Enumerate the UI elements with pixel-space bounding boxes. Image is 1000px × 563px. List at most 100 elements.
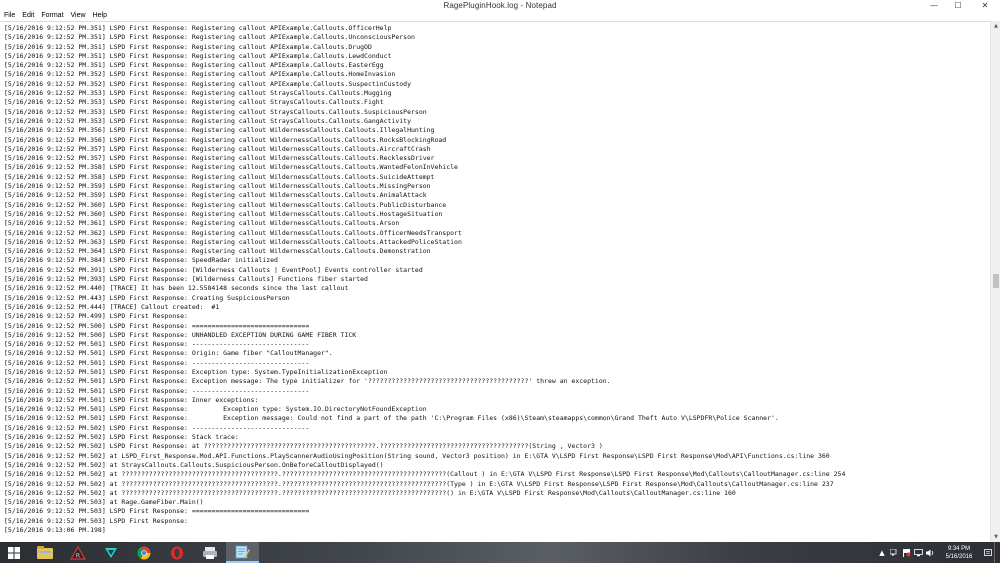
log-line: [5/16/2016 9:12:52 PM.499] LSPD First Re…: [4, 312, 188, 321]
system-tray: ▲ 9:34 PM 5/16/2016: [876, 542, 1000, 563]
show-desktop-button[interactable]: [994, 542, 1000, 563]
window-title: RagePluginHook.log - Notepad: [443, 1, 557, 10]
log-line: [5/16/2016 9:12:52 PM.361] LSPD First Re…: [4, 219, 400, 228]
log-line: [5/16/2016 9:12:52 PM.358] LSPD First Re…: [4, 163, 458, 172]
menu-file[interactable]: File: [4, 11, 15, 21]
log-line: [5/16/2016 9:12:52 PM.500] LSPD First Re…: [4, 330, 357, 339]
taskbar-chrome[interactable]: [127, 542, 160, 563]
svg-text:R: R: [75, 552, 79, 559]
close-button[interactable]: ✕: [970, 0, 1000, 11]
menu-bar: File Edit Format View Help: [0, 11, 1000, 21]
scroll-up-button[interactable]: ▲: [991, 21, 1000, 31]
log-line: [5/16/2016 9:12:52 PM.353] LSPD First Re…: [4, 89, 392, 98]
log-line: [5/16/2016 9:12:52 PM.358] LSPD First Re…: [4, 172, 435, 181]
menu-help[interactable]: Help: [93, 11, 107, 21]
log-line: [5/16/2016 9:12:52 PM.501] LSPD First Re…: [4, 367, 388, 376]
scroll-down-button[interactable]: ▼: [991, 532, 1000, 542]
clock-date: 5/16/2016: [945, 553, 973, 560]
menu-view[interactable]: View: [71, 11, 86, 21]
log-line: [5/16/2016 9:12:52 PM.503] at Rage.GameF…: [4, 498, 204, 507]
log-line: [5/16/2016 9:12:52 PM.356] LSPD First Re…: [4, 126, 435, 135]
log-line: [5/16/2016 9:12:52 PM.353] LSPD First Re…: [4, 116, 411, 125]
tray-monitor-icon[interactable]: [912, 542, 924, 563]
folder-icon: [36, 546, 53, 559]
scroll-thumb[interactable]: [993, 274, 999, 288]
log-line: [5/16/2016 9:12:52 PM.443] LSPD First Re…: [4, 293, 290, 302]
log-line: [5/16/2016 9:12:52 PM.501] LSPD First Re…: [4, 386, 310, 395]
notepad-icon: [235, 545, 250, 558]
title-bar[interactable]: RagePluginHook.log - Notepad — ☐ ✕: [0, 0, 1000, 11]
menu-edit[interactable]: Edit: [22, 11, 34, 21]
vertical-scrollbar[interactable]: ▲ ▼: [990, 21, 1000, 542]
tray-action-center[interactable]: [900, 542, 912, 563]
log-line: [5/16/2016 9:12:52 PM.502] LSPD First Re…: [4, 433, 239, 442]
taskbar-opera[interactable]: [160, 542, 193, 563]
log-line: [5/16/2016 9:12:52 PM.502] at ??????????…: [4, 470, 846, 479]
log-line: [5/16/2016 9:12:52 PM.503] LSPD First Re…: [4, 507, 310, 516]
log-line: [5/16/2016 9:12:52 PM.501] LSPD First Re…: [4, 405, 427, 414]
log-line: [5/16/2016 9:12:52 PM.502] at LSPD_First…: [4, 451, 830, 460]
log-line: [5/16/2016 9:12:52 PM.501] LSPD First Re…: [4, 358, 310, 367]
log-line: [5/16/2016 9:12:52 PM.351] LSPD First Re…: [4, 51, 392, 60]
taskbar: R ▲ 9:34 PM 5/16/2016: [0, 542, 1000, 563]
taskbar-file-explorer[interactable]: [28, 542, 61, 563]
tray-notifications[interactable]: [982, 542, 994, 563]
tray-volume-icon[interactable]: [924, 542, 936, 563]
window-controls: — ☐ ✕: [922, 0, 1000, 11]
display-icon: [913, 548, 923, 556]
log-line: [5/16/2016 9:12:52 PM.351] LSPD First Re…: [4, 61, 384, 70]
log-line: [5/16/2016 9:12:52 PM.502] at ??????????…: [4, 488, 736, 497]
menu-format[interactable]: Format: [41, 11, 63, 21]
taskbar-rockstar[interactable]: R: [61, 542, 94, 563]
printer-icon: [202, 546, 217, 559]
log-line: [5/16/2016 9:12:52 PM.356] LSPD First Re…: [4, 135, 447, 144]
text-editor[interactable]: [5/16/2016 9:12:52 PM.351] LSPD First Re…: [0, 21, 990, 542]
start-button[interactable]: [0, 542, 28, 563]
notification-icon: [984, 548, 992, 556]
log-line: [5/16/2016 9:12:52 PM.353] LSPD First Re…: [4, 98, 384, 107]
log-line: [5/16/2016 9:12:52 PM.501] LSPD First Re…: [4, 377, 611, 386]
log-line: [5/16/2016 9:12:52 PM.364] LSPD First Re…: [4, 247, 431, 256]
log-line: [5/16/2016 9:12:52 PM.357] LSPD First Re…: [4, 154, 435, 163]
speaker-icon: [925, 549, 933, 556]
taskbar-vpn[interactable]: [94, 542, 127, 563]
log-line: [5/16/2016 9:12:52 PM.357] LSPD First Re…: [4, 144, 431, 153]
clock-time: 9:34 PM: [947, 545, 971, 552]
log-line: [5/16/2016 9:12:52 PM.502] at StraysCall…: [4, 460, 384, 469]
log-line: [5/16/2016 9:12:52 PM.501] LSPD First Re…: [4, 395, 259, 404]
log-line: [5/16/2016 9:12:52 PM.363] LSPD First Re…: [4, 237, 462, 246]
tray-overflow-button[interactable]: ▲: [876, 542, 888, 563]
log-line: [5/16/2016 9:12:52 PM.440] [TRACE] It ha…: [4, 284, 349, 293]
taskbar-clock[interactable]: 9:34 PM 5/16/2016: [936, 542, 982, 563]
log-line: [5/16/2016 9:12:52 PM.362] LSPD First Re…: [4, 228, 462, 237]
log-line: [5/16/2016 9:12:52 PM.351] LSPD First Re…: [4, 33, 415, 42]
tray-network-icon[interactable]: [888, 542, 900, 563]
log-line: [5/16/2016 9:12:52 PM.384] LSPD First Re…: [4, 256, 278, 265]
flag-icon: [902, 549, 910, 557]
log-line: [5/16/2016 9:12:52 PM.502] LSPD First Re…: [4, 442, 603, 451]
log-line: [5/16/2016 9:12:52 PM.353] LSPD First Re…: [4, 107, 427, 116]
taskbar-notepad[interactable]: [226, 542, 259, 563]
log-lines: [5/16/2016 9:12:52 PM.351] LSPD First Re…: [0, 22, 990, 535]
windows-logo-icon: [8, 546, 20, 559]
log-line: [5/16/2016 9:12:52 PM.352] LSPD First Re…: [4, 79, 411, 88]
log-line: [5/16/2016 9:12:52 PM.444] [TRACE] Callo…: [4, 302, 220, 311]
log-line: [5/16/2016 9:12:52 PM.501] LSPD First Re…: [4, 340, 310, 349]
log-line: [5/16/2016 9:12:52 PM.360] LSPD First Re…: [4, 209, 443, 218]
taskbar-app[interactable]: [193, 542, 226, 563]
chrome-icon: [137, 546, 150, 559]
log-line: [5/16/2016 9:12:52 PM.351] LSPD First Re…: [4, 42, 372, 51]
log-line: [5/16/2016 9:12:52 PM.502] LSPD First Re…: [4, 423, 310, 432]
log-line: [5/16/2016 9:12:52 PM.359] LSPD First Re…: [4, 191, 427, 200]
log-line: [5/16/2016 9:12:52 PM.500] LSPD First Re…: [4, 321, 310, 330]
log-line: [5/16/2016 9:12:52 PM.502] at ??????????…: [4, 479, 834, 488]
log-line: [5/16/2016 9:12:52 PM.393] LSPD First Re…: [4, 275, 368, 284]
log-line: [5/16/2016 9:12:52 PM.359] LSPD First Re…: [4, 182, 431, 191]
log-line: [5/16/2016 9:12:52 PM.391] LSPD First Re…: [4, 265, 423, 274]
log-line: [5/16/2016 9:12:52 PM.501] LSPD First Re…: [4, 349, 333, 358]
log-line: [5/16/2016 9:12:52 PM.360] LSPD First Re…: [4, 200, 447, 209]
log-line: [5/16/2016 9:12:52 PM.503] LSPD First Re…: [4, 516, 188, 525]
network-icon: [889, 548, 896, 555]
maximize-button[interactable]: ☐: [946, 0, 970, 11]
minimize-button[interactable]: —: [922, 0, 946, 11]
